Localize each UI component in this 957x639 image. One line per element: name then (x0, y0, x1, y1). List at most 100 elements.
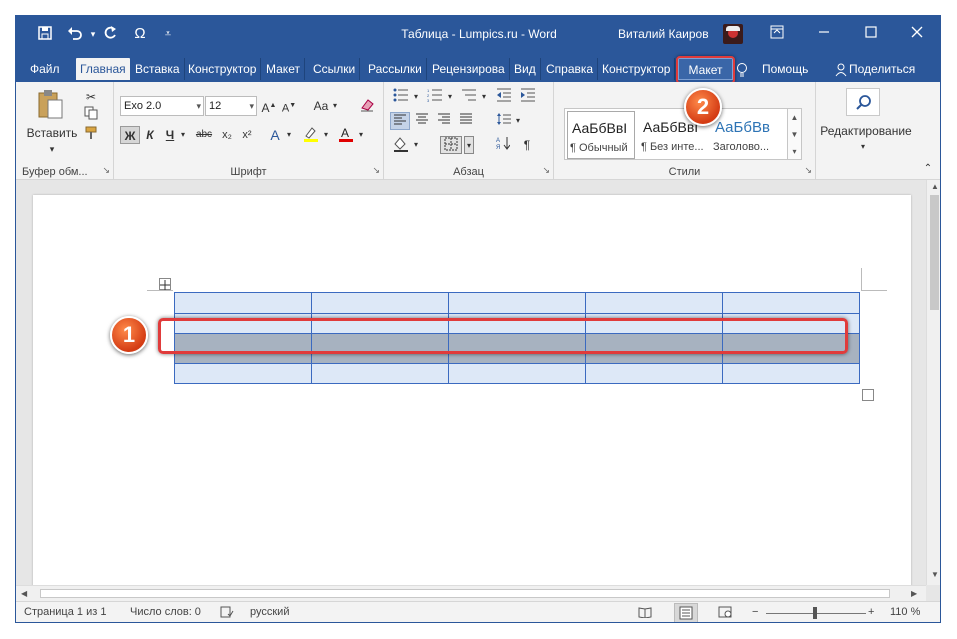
more-styles-icon[interactable]: ▾ (788, 143, 801, 159)
tab-view[interactable]: Вид (510, 58, 541, 80)
table-cell[interactable] (722, 292, 860, 314)
increase-indent-icon[interactable] (518, 88, 538, 106)
paste-dropdown-icon[interactable]: ▾ (44, 140, 60, 158)
user-name[interactable]: Виталий Каиров (618, 27, 709, 41)
ribbon-display-options-icon[interactable] (766, 25, 788, 43)
table-cell[interactable] (311, 363, 449, 384)
tab-mailings[interactable]: Рассылки (364, 58, 427, 80)
grow-font-icon[interactable]: A▲ (261, 97, 277, 115)
read-mode-icon[interactable] (638, 606, 652, 621)
align-center-icon[interactable] (412, 112, 432, 130)
table-cell[interactable] (311, 292, 449, 314)
paragraph-launcher-icon[interactable]: ↘ (542, 165, 550, 176)
table-move-handle-icon[interactable] (159, 278, 171, 290)
web-layout-icon[interactable] (718, 606, 732, 621)
zoom-in-button[interactable]: + (868, 606, 874, 618)
bullets-icon[interactable] (390, 88, 412, 106)
font-launcher-icon[interactable]: ↘ (372, 165, 380, 176)
lightbulb-icon[interactable] (736, 58, 752, 80)
chevron-down-icon[interactable]: ▾ (480, 88, 488, 106)
tab-layout[interactable]: Макет (262, 58, 305, 80)
table-cell[interactable] (585, 292, 723, 314)
tab-help[interactable]: Справка (542, 58, 599, 80)
align-right-icon[interactable] (434, 112, 454, 130)
tab-design[interactable]: Конструктор (184, 58, 262, 80)
shrink-font-icon[interactable]: A▼ (281, 97, 297, 115)
highlight-icon[interactable] (300, 126, 322, 144)
cut-icon[interactable]: ✂ (82, 88, 100, 106)
styles-launcher-icon[interactable]: ↘ (804, 165, 812, 176)
clear-formatting-icon[interactable] (358, 97, 376, 115)
table-resize-handle[interactable] (862, 389, 874, 401)
document-page[interactable] (33, 195, 911, 595)
chevron-down-icon[interactable]: ▼ (788, 126, 801, 143)
zoom-level[interactable]: 110 % (890, 606, 920, 618)
borders-icon[interactable] (440, 136, 462, 154)
font-name-combo[interactable]: Exo 2.0 ▾ (120, 96, 204, 116)
table-cell[interactable] (722, 363, 860, 384)
chevron-up-icon[interactable]: ▲ (931, 182, 939, 191)
proofing-icon[interactable] (220, 606, 234, 621)
language[interactable]: русский (250, 606, 289, 618)
print-layout-icon[interactable] (674, 603, 698, 622)
share-button[interactable]: Поделиться (845, 58, 919, 80)
chevron-down-icon[interactable]: ▾ (178, 126, 188, 144)
chevron-down-icon[interactable]: ▾ (321, 126, 331, 144)
chevron-down-icon[interactable]: ▾ (412, 136, 420, 154)
tab-insert[interactable]: Вставка (131, 58, 185, 80)
text-effects-icon[interactable]: A (266, 126, 284, 144)
close-icon[interactable] (906, 25, 928, 43)
chevron-up-icon[interactable]: ▲ (788, 109, 801, 126)
sort-icon[interactable]: AЯ (494, 136, 512, 154)
strikethrough-button[interactable]: abc (192, 126, 216, 144)
font-color-icon[interactable]: A (336, 126, 356, 144)
horizontal-scrollbar[interactable]: ◀ ▶ (16, 585, 926, 601)
tab-review[interactable]: Рецензирова (428, 58, 510, 80)
style-heading-1[interactable]: АаБбВв Заголово... (711, 111, 779, 159)
chevron-down-icon[interactable]: ▾ (464, 136, 474, 154)
paste-icon[interactable] (34, 88, 66, 120)
chevron-left-icon[interactable]: ◀ (21, 589, 27, 598)
tell-me-search[interactable]: Помощь (758, 58, 812, 80)
search-icon[interactable] (846, 88, 880, 116)
chevron-down-icon[interactable]: ▾ (446, 88, 454, 106)
table-cell[interactable] (448, 292, 586, 314)
style-normal[interactable]: АаБбВвІ ¶ Обычный (567, 111, 635, 159)
show-marks-button[interactable]: ¶ (518, 136, 536, 154)
collapse-ribbon-icon[interactable]: ⌃ (920, 160, 936, 178)
chevron-down-icon[interactable]: ▾ (856, 138, 870, 156)
chevron-down-icon[interactable]: ▾ (514, 112, 522, 130)
chevron-down-icon[interactable]: ▾ (412, 88, 420, 106)
italic-button[interactable]: К (142, 126, 158, 144)
align-left-icon[interactable] (390, 112, 410, 130)
justify-icon[interactable] (456, 112, 476, 130)
chevron-down-icon[interactable]: ▾ (330, 97, 340, 115)
vertical-scrollbar[interactable]: ▲ ▼ (926, 180, 940, 585)
underline-button[interactable]: Ч (162, 126, 178, 144)
styles-scroll[interactable]: ▲ ▼ ▾ (787, 109, 801, 159)
avatar[interactable] (723, 24, 743, 44)
multilevel-list-icon[interactable] (458, 88, 480, 106)
tab-home[interactable]: Главная (76, 58, 130, 80)
copy-icon[interactable] (82, 106, 100, 124)
tab-file[interactable]: Файл (26, 58, 64, 80)
word-count[interactable]: Число слов: 0 (130, 606, 201, 618)
minimize-icon[interactable] (813, 25, 835, 43)
page-count[interactable]: Страница 1 из 1 (24, 606, 106, 618)
decrease-indent-icon[interactable] (494, 88, 514, 106)
change-case-button[interactable]: Aa (310, 97, 332, 115)
clipboard-launcher-icon[interactable]: ↘ (102, 165, 110, 176)
subscript-button[interactable]: x₂ (218, 126, 236, 144)
table-row[interactable] (174, 292, 860, 314)
chevron-down-icon[interactable]: ▾ (284, 126, 294, 144)
bold-button[interactable]: Ж (120, 126, 140, 144)
horizontal-scroll-thumb[interactable] (40, 589, 890, 598)
superscript-button[interactable]: x² (238, 126, 256, 144)
format-painter-icon[interactable] (82, 126, 100, 144)
chevron-right-icon[interactable]: ▶ (911, 589, 917, 598)
tab-table-design[interactable]: Конструктор (598, 58, 676, 80)
line-spacing-icon[interactable] (494, 112, 514, 130)
vertical-scroll-thumb[interactable] (930, 195, 939, 310)
maximize-icon[interactable] (860, 25, 882, 43)
chevron-down-icon[interactable]: ▾ (356, 126, 366, 144)
